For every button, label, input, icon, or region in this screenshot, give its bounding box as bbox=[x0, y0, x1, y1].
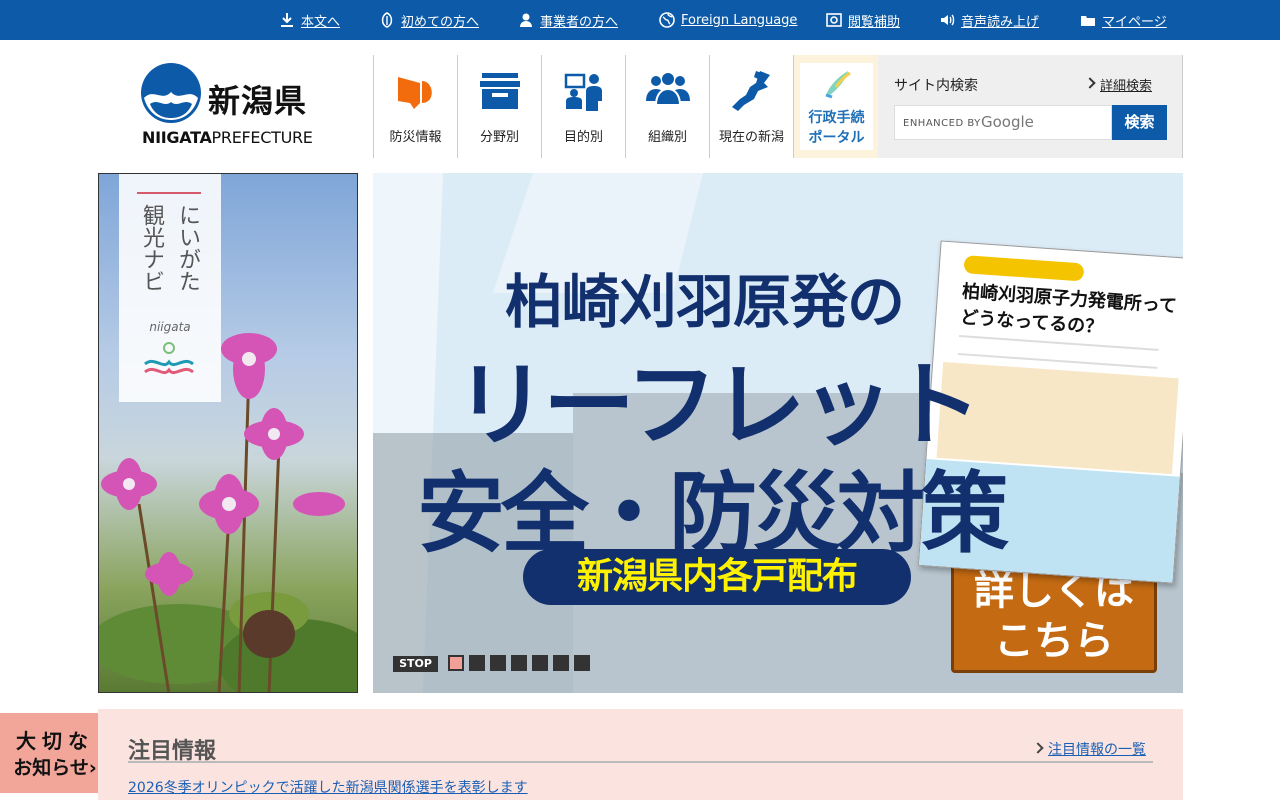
text-to-speech-label: 音声読み上げ bbox=[961, 14, 1040, 30]
person-icon bbox=[520, 13, 532, 27]
file-box-icon bbox=[480, 73, 520, 109]
leaflet-badge bbox=[963, 255, 1085, 282]
tourism-title-col2: 観光ナビ bbox=[139, 204, 164, 292]
slider-dot-2[interactable] bbox=[469, 655, 485, 671]
portal-line2: ポータル bbox=[808, 130, 865, 146]
slider-dot-3[interactable] bbox=[490, 655, 506, 671]
logo-name-en: NIIGATAPREFECTURE bbox=[142, 128, 313, 147]
globe-icon bbox=[659, 12, 675, 28]
portal-line1: 行政手続 bbox=[808, 110, 865, 126]
utility-bar: 本文へ 初めての方へ 事業者の方へ Foreign Language 閲覧補助 … bbox=[0, 0, 1280, 40]
nav-disaster-info-label: 防災情報 bbox=[389, 130, 442, 145]
niigata-emblem-icon bbox=[141, 63, 201, 123]
featured-news-item[interactable]: 2026冬季オリンピックで活躍した新潟県関係選手を表彰します bbox=[128, 777, 528, 797]
leaflet-title2: どうなってるの？ bbox=[959, 307, 1104, 338]
tourism-navi-banner[interactable]: にいがた 観光ナビ niigata bbox=[98, 173, 358, 693]
logo-name-en-bold: NIIGATA bbox=[142, 128, 212, 147]
featured-divider bbox=[128, 761, 1153, 763]
slider-dot-5[interactable] bbox=[532, 655, 548, 671]
featured-info-section: 注目情報 注目情報の一覧 2026冬季オリンピックで活躍した新潟県関係選手を表彰… bbox=[98, 709, 1183, 800]
logo-name-en-rest: PREFECTURE bbox=[211, 128, 313, 147]
notice-line1: 大切な bbox=[16, 729, 94, 753]
first-time-visitors-label: 初めての方へ bbox=[401, 14, 480, 30]
advanced-search-link[interactable]: 詳細検索 bbox=[1100, 75, 1152, 94]
panel-accent-line bbox=[137, 192, 201, 194]
slider-dot-7[interactable] bbox=[574, 655, 590, 671]
nav-by-field[interactable]: 分野別 bbox=[457, 55, 541, 158]
wave-logo-icon bbox=[144, 342, 194, 375]
slider-dot-4[interactable] bbox=[511, 655, 527, 671]
site-search-label: サイト内検索 bbox=[894, 78, 978, 94]
nav-by-purpose-label: 目的別 bbox=[563, 130, 603, 145]
shield-leaf-icon bbox=[381, 12, 393, 28]
nav-disaster-info[interactable]: 防災情報 bbox=[373, 55, 457, 158]
accessibility-assist-label: 閲覧補助 bbox=[848, 14, 901, 30]
logo-name-ja: 新潟県 bbox=[208, 82, 308, 120]
tourism-title-col1: にいがた bbox=[175, 204, 200, 292]
slider-headline-1: 柏崎刈羽原発の bbox=[505, 268, 905, 336]
google-label: Google bbox=[981, 113, 1034, 131]
nav-current-niigata-label: 現在の新潟 bbox=[718, 130, 784, 145]
niigata-map-icon bbox=[732, 71, 770, 111]
foreign-language-link[interactable]: Foreign Language bbox=[659, 11, 797, 29]
skip-to-content-label: 本文へ bbox=[301, 14, 341, 30]
search-button[interactable]: 検索 bbox=[1112, 105, 1167, 140]
folder-icon bbox=[1081, 16, 1095, 26]
skip-to-content-link[interactable]: 本文へ bbox=[279, 11, 341, 30]
download-arrow-icon bbox=[281, 13, 293, 27]
admin-procedure-portal[interactable]: 行政手続 ポータル bbox=[793, 55, 878, 158]
nav-by-organization[interactable]: 組織別 bbox=[625, 55, 709, 158]
settings-box-icon bbox=[826, 13, 842, 27]
slider-dot-1[interactable] bbox=[448, 655, 464, 671]
notice-line2: お知らせ› bbox=[13, 757, 97, 779]
first-time-visitors-link[interactable]: 初めての方へ bbox=[379, 11, 480, 30]
tourism-sub: niigata bbox=[149, 320, 191, 334]
tourism-title-panel: にいがた 観光ナビ niigata bbox=[119, 174, 221, 402]
portal-card: 行政手続 ポータル bbox=[800, 63, 873, 150]
business-users-label: 事業者の方へ bbox=[540, 14, 619, 30]
text-to-speech-link[interactable]: 音声読み上げ bbox=[939, 11, 1040, 30]
nav-by-purpose[interactable]: 目的別 bbox=[541, 55, 625, 158]
enhanced-by-label: ENHANCED BY bbox=[903, 118, 981, 129]
site-search: サイト内検索 詳細検索 ENHANCED BY Google 検索 bbox=[878, 55, 1183, 158]
slider-distribution-pill: 新潟県内各戸配布 bbox=[523, 549, 911, 605]
search-input[interactable]: ENHANCED BY Google bbox=[894, 105, 1112, 140]
business-users-link[interactable]: 事業者の方へ bbox=[518, 11, 619, 30]
accessibility-assist-link[interactable]: 閲覧補助 bbox=[826, 11, 901, 30]
details-line2: こちら bbox=[994, 618, 1114, 664]
presenter-icon bbox=[564, 73, 602, 111]
megaphone-icon bbox=[398, 77, 432, 109]
my-page-link[interactable]: マイページ bbox=[1080, 11, 1167, 30]
portal-brush-icon bbox=[825, 71, 851, 99]
group-icon bbox=[646, 73, 690, 106]
site-logo[interactable]: 新潟県 NIIGATAPREFECTURE bbox=[140, 62, 315, 150]
speaker-icon bbox=[941, 14, 955, 26]
slider-stop-button[interactable]: STOP bbox=[393, 656, 438, 672]
foreign-language-label: Foreign Language bbox=[681, 12, 798, 28]
slider-pagination bbox=[448, 655, 595, 671]
global-nav: 防災情報 分野別 目的別 組織別 現在の新潟 行政手続 ポータル bbox=[373, 55, 878, 158]
leaflet-title: 柏崎刈羽原子力発電所って どうなってるの？ bbox=[959, 279, 1178, 346]
featured-list-link[interactable]: 注目情報の一覧 bbox=[1048, 739, 1146, 759]
important-notice-tab[interactable]: 大切な お知らせ› bbox=[0, 713, 110, 793]
hero-slider: 詳しくは こちら 柏崎刈羽原子力発電所って どうなってるの？ 柏崎刈羽原発の リ… bbox=[373, 173, 1183, 693]
nav-by-field-label: 分野別 bbox=[479, 130, 519, 145]
nav-current-niigata[interactable]: 現在の新潟 bbox=[709, 55, 793, 158]
my-page-label: マイページ bbox=[1102, 14, 1167, 30]
slider-dot-6[interactable] bbox=[553, 655, 569, 671]
nav-by-organization-label: 組織別 bbox=[647, 130, 687, 145]
